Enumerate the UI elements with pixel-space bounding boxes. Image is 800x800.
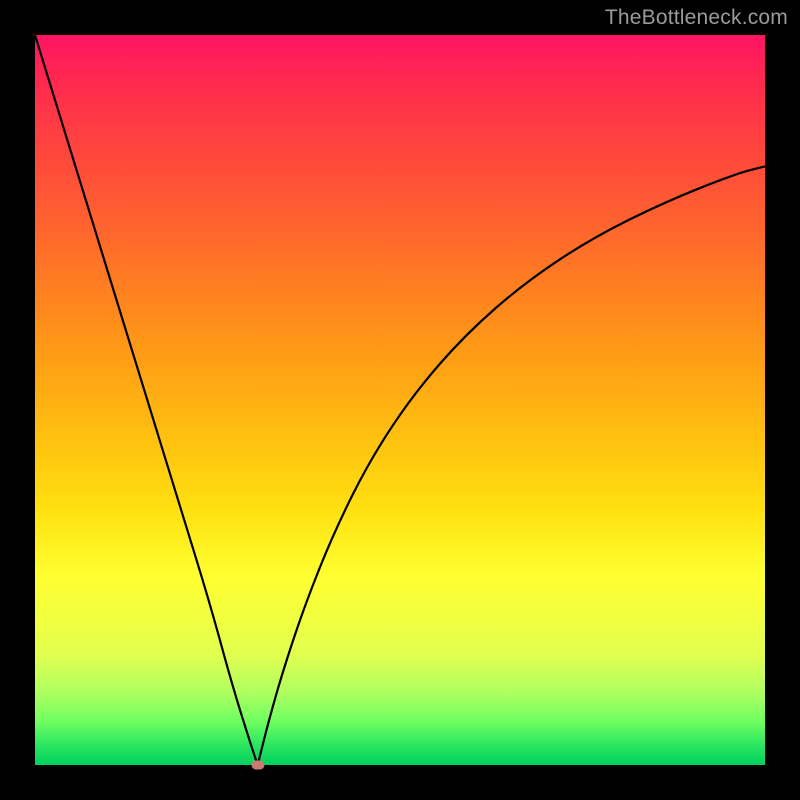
curve-svg [35,35,765,765]
curve-right-branch [258,166,765,765]
curve-left-branch [35,35,258,765]
chart-frame: TheBottleneck.com [0,0,800,800]
watermark-text: TheBottleneck.com [605,6,788,30]
minimum-marker [251,761,264,770]
plot-area [35,35,765,765]
